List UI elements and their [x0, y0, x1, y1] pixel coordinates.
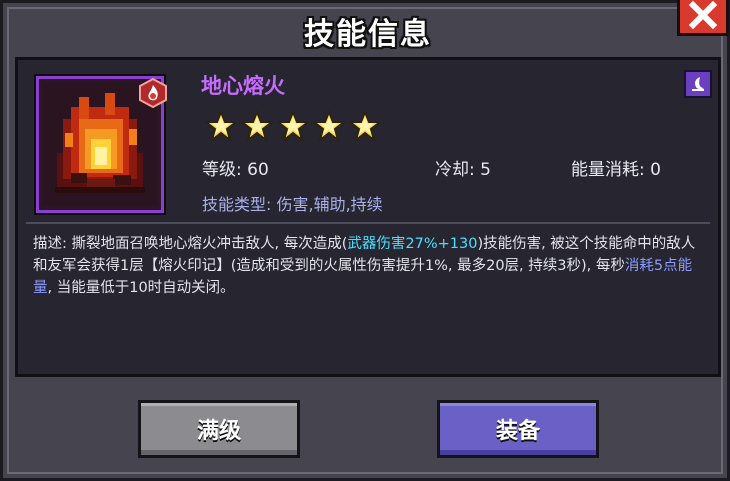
- skill-detail-card: 地心熔火 等级: 60 冷却: 5 能量消耗: 0 技能类型: 伤害,辅助,持续…: [15, 57, 721, 377]
- description-text: , 当能量低于10时自动关闭。: [47, 280, 235, 296]
- skill-description: 描述: 撕裂地面召唤地心熔火冲击敌人, 每次造成(武器伤害27%+130)技能伤…: [33, 233, 705, 299]
- damage-formula: 武器伤害27%+130: [347, 236, 478, 252]
- star-icon: [349, 110, 381, 142]
- star-icon: [313, 110, 345, 142]
- skill-name: 地心熔火: [201, 74, 285, 98]
- star-rating: [205, 110, 381, 142]
- equip-button[interactable]: 装备: [437, 400, 599, 458]
- skill-energy-cost: 能量消耗: 0: [571, 160, 661, 180]
- star-icon: [277, 110, 309, 142]
- skill-type: 技能类型: 伤害,辅助,持续: [202, 195, 383, 214]
- close-button[interactable]: [677, 0, 729, 36]
- star-icon: [205, 110, 237, 142]
- description-text: 描述: 撕裂地面召唤地心熔火冲击敌人, 每次造成(: [33, 236, 348, 252]
- close-x-icon: [688, 0, 718, 30]
- divider: [26, 222, 710, 224]
- spell-book-icon: [684, 70, 712, 98]
- star-icon: [241, 110, 273, 142]
- dialog-title: 技能信息: [304, 17, 432, 52]
- skill-cooldown: 冷却: 5: [435, 160, 491, 180]
- fire-element-icon: [139, 78, 167, 108]
- skill-level: 等级: 60: [202, 160, 269, 180]
- max-level-button[interactable]: 满级: [138, 400, 300, 458]
- skill-info-dialog: 技能信息 地心熔火 等级: 60 冷却: 5 能量消耗: 0 技能类型: 伤害,…: [0, 0, 730, 481]
